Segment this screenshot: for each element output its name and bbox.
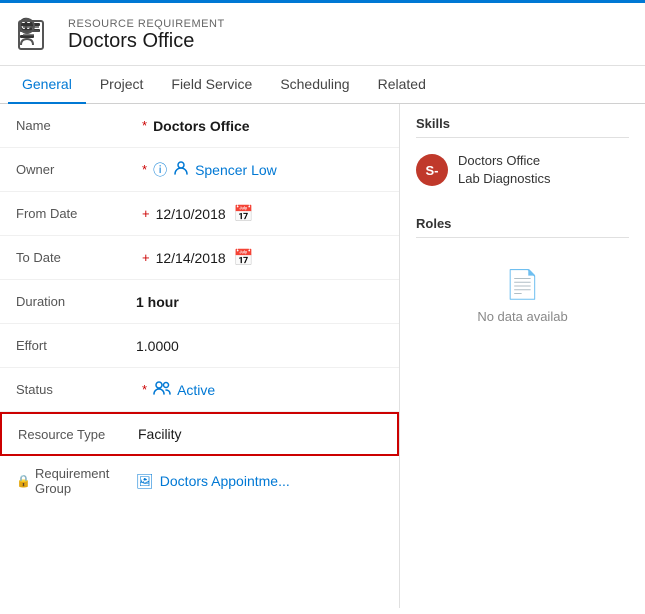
name-value: Doctors Office [153, 118, 383, 134]
from-date-calendar-icon[interactable]: 📅 [234, 204, 254, 224]
status-field-row: Status * Active [0, 368, 399, 412]
record-type-icon [16, 15, 56, 55]
resource-type-field-row: Resource Type Facility [0, 412, 399, 456]
owner-required-indicator: * [142, 162, 147, 177]
to-date-field-row: To Date + 12/14/2018 📅 [0, 236, 399, 280]
req-group-value[interactable]: 🖼 Doctors Appointme... [136, 473, 383, 490]
owner-label: Owner [16, 162, 136, 177]
to-date-value-group: 12/14/2018 📅 [156, 248, 254, 268]
duration-value: 1 hour [136, 294, 383, 310]
roles-section-title: Roles [416, 216, 629, 238]
record-title-group: RESOURCE REQUIREMENT Doctors Office [68, 18, 225, 53]
skill-name: Doctors Office [458, 152, 551, 170]
effort-label: Effort [16, 338, 136, 353]
navigation-tabs: General Project Field Service Scheduling… [0, 66, 645, 104]
owner-info-icon[interactable]: ⓘ [153, 160, 167, 180]
skill-item: S- Doctors Office Lab Diagnostics [416, 148, 629, 192]
from-date-field-row: From Date + 12/10/2018 📅 [0, 192, 399, 236]
req-group-label: 🔒 Requirement Group [16, 466, 136, 496]
record-title: Doctors Office [68, 30, 225, 53]
from-date-value: 12/10/2018 [156, 206, 226, 222]
from-date-value-group: 12/10/2018 📅 [156, 204, 254, 224]
status-value[interactable]: Active [177, 382, 215, 398]
skill-avatar: S- [416, 154, 448, 186]
resource-type-value: Facility [138, 426, 381, 442]
duration-label: Duration [16, 294, 136, 309]
resource-type-label: Resource Type [18, 427, 138, 442]
owner-value[interactable]: Spencer Low [195, 162, 277, 178]
name-field-row: Name * Doctors Office [0, 104, 399, 148]
owner-value-group: ⓘ Spencer Low [153, 160, 277, 180]
from-date-label: From Date [16, 206, 136, 221]
no-data-icon: 📄 [505, 268, 540, 301]
tab-scheduling[interactable]: Scheduling [266, 66, 363, 104]
tab-field-service[interactable]: Field Service [157, 66, 266, 104]
roles-no-data: 📄 No data availab [416, 248, 629, 344]
to-date-label: To Date [16, 250, 136, 265]
skill-text: Doctors Office Lab Diagnostics [458, 152, 551, 188]
owner-person-icon [173, 160, 189, 179]
status-label: Status [16, 382, 136, 397]
status-value-group: Active [153, 380, 215, 399]
status-required-indicator: * [142, 382, 147, 397]
tab-related[interactable]: Related [364, 66, 440, 104]
req-group-field-row: 🔒 Requirement Group 🖼 Doctors Appointme.… [0, 456, 399, 506]
duration-field-row: Duration 1 hour [0, 280, 399, 324]
name-label: Name [16, 118, 136, 133]
to-date-required-indicator: + [142, 250, 150, 265]
tab-project[interactable]: Project [86, 66, 158, 104]
form-panel: Name * Doctors Office Owner * ⓘ Spencer … [0, 104, 400, 608]
skill-sub: Lab Diagnostics [458, 170, 551, 188]
req-group-image-icon: 🖼 [136, 473, 154, 490]
record-type-label: RESOURCE REQUIREMENT [68, 18, 225, 30]
effort-field-row: Effort 1.0000 [0, 324, 399, 368]
record-header: RESOURCE REQUIREMENT Doctors Office [0, 3, 645, 66]
to-date-value: 12/14/2018 [156, 250, 226, 266]
skills-section-title: Skills [416, 116, 629, 138]
main-content: Name * Doctors Office Owner * ⓘ Spencer … [0, 104, 645, 608]
effort-value: 1.0000 [136, 338, 383, 354]
to-date-calendar-icon[interactable]: 📅 [234, 248, 254, 268]
lock-icon: 🔒 [16, 474, 31, 488]
skills-section: Skills S- Doctors Office Lab Diagnostics [400, 104, 645, 204]
no-data-text: No data availab [477, 309, 567, 324]
from-date-required-indicator: + [142, 206, 150, 221]
name-required-indicator: * [142, 118, 147, 133]
roles-section: Roles 📄 No data availab [400, 204, 645, 356]
right-panel: Skills S- Doctors Office Lab Diagnostics… [400, 104, 645, 608]
tab-general[interactable]: General [8, 66, 86, 104]
owner-field-row: Owner * ⓘ Spencer Low [0, 148, 399, 192]
status-people-icon [153, 380, 171, 399]
